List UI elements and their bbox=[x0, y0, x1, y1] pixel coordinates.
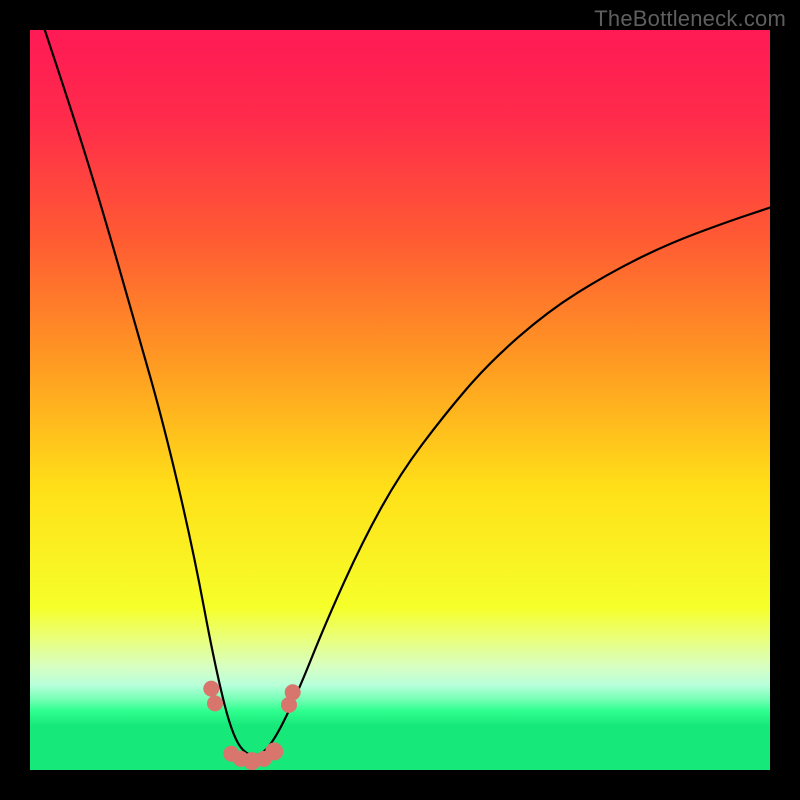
bottleneck-curve bbox=[45, 30, 770, 755]
plot-frame bbox=[30, 30, 770, 770]
data-point bbox=[285, 684, 301, 700]
data-point bbox=[265, 743, 283, 761]
data-points-group bbox=[203, 681, 300, 770]
watermark-text: TheBottleneck.com bbox=[594, 6, 786, 32]
data-point bbox=[203, 681, 219, 697]
data-point bbox=[207, 695, 223, 711]
bottleneck-curve-plot bbox=[30, 30, 770, 770]
